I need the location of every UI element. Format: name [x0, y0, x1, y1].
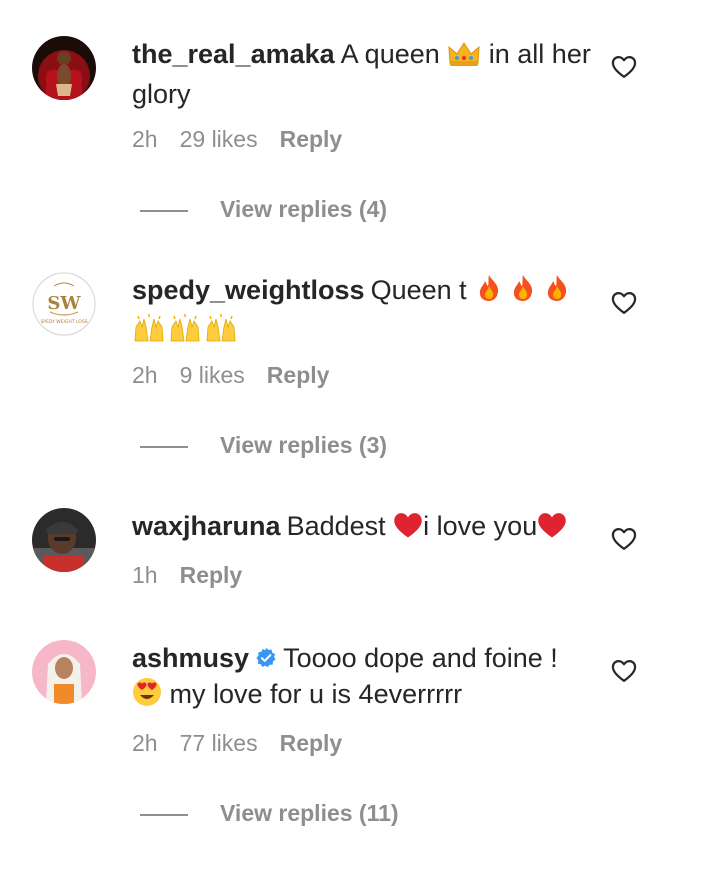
- comment-time: 1h: [132, 562, 158, 588]
- reply-button[interactable]: Reply: [267, 362, 330, 388]
- fire-icon: [474, 273, 504, 312]
- comment-text: ashmusy Toooo dope and foine ! my love fo…: [132, 640, 592, 716]
- comment-meta: 2h 29 likes Reply: [132, 124, 364, 154]
- reply-button[interactable]: Reply: [180, 562, 243, 588]
- comment-meta: 2h 77 likes Reply: [132, 728, 364, 758]
- fire-icon: [508, 273, 538, 312]
- reply-button[interactable]: Reply: [280, 730, 343, 756]
- crown-icon: [447, 40, 481, 76]
- avatar[interactable]: [32, 640, 96, 704]
- comment-likes[interactable]: 77 likes: [180, 730, 258, 756]
- comment-meta: 1h Reply: [132, 560, 264, 590]
- verified-badge-icon: [255, 642, 277, 668]
- comment-username[interactable]: waxjharuna: [132, 511, 281, 541]
- raising-hands-icon: [168, 313, 202, 352]
- like-heart-icon[interactable]: [610, 53, 638, 81]
- like-heart-icon[interactable]: [610, 657, 638, 685]
- view-replies-button[interactable]: View replies (3): [140, 430, 387, 460]
- comment-username[interactable]: ashmusy: [132, 643, 249, 673]
- like-heart-icon[interactable]: [610, 525, 638, 553]
- raising-hands-icon: [204, 313, 238, 352]
- reply-button[interactable]: Reply: [280, 126, 343, 152]
- svg-text:SPEDY WEIGHT LOSS: SPEDY WEIGHT LOSS: [40, 319, 87, 325]
- avatar[interactable]: [32, 508, 96, 572]
- replies-divider-line: [140, 445, 188, 448]
- view-replies-button[interactable]: View replies (11): [140, 798, 399, 828]
- comment-username[interactable]: spedy_weightloss: [132, 275, 365, 305]
- comment-likes[interactable]: 9 likes: [180, 362, 245, 388]
- comment-text: spedy_weightloss Queen t: [132, 272, 592, 352]
- fire-icon: [542, 273, 572, 312]
- avatar[interactable]: SW SPEDY WEIGHT LOSS: [32, 272, 96, 336]
- comment-text: the_real_amaka A queen in all her glory: [132, 39, 591, 109]
- red-heart-icon: [537, 511, 567, 548]
- svg-text:SW: SW: [47, 293, 81, 314]
- heart-eyes-emoji-icon: [132, 677, 162, 716]
- red-heart-icon: [393, 511, 423, 548]
- replies-divider-line: [140, 813, 188, 816]
- comment-meta: 2h 9 likes Reply: [132, 360, 351, 390]
- comment-text: waxjharuna Baddest i love you: [132, 508, 592, 548]
- comment-time: 2h: [132, 730, 158, 756]
- comment-likes[interactable]: 29 likes: [180, 126, 258, 152]
- raising-hands-icon: [132, 313, 166, 352]
- comment-time: 2h: [132, 362, 158, 388]
- replies-divider-line: [140, 209, 188, 212]
- comment-time: 2h: [132, 126, 158, 152]
- comment-username[interactable]: the_real_amaka: [132, 39, 335, 69]
- avatar[interactable]: [32, 36, 96, 100]
- like-heart-icon[interactable]: [610, 289, 638, 317]
- view-replies-button[interactable]: View replies (4): [140, 194, 387, 224]
